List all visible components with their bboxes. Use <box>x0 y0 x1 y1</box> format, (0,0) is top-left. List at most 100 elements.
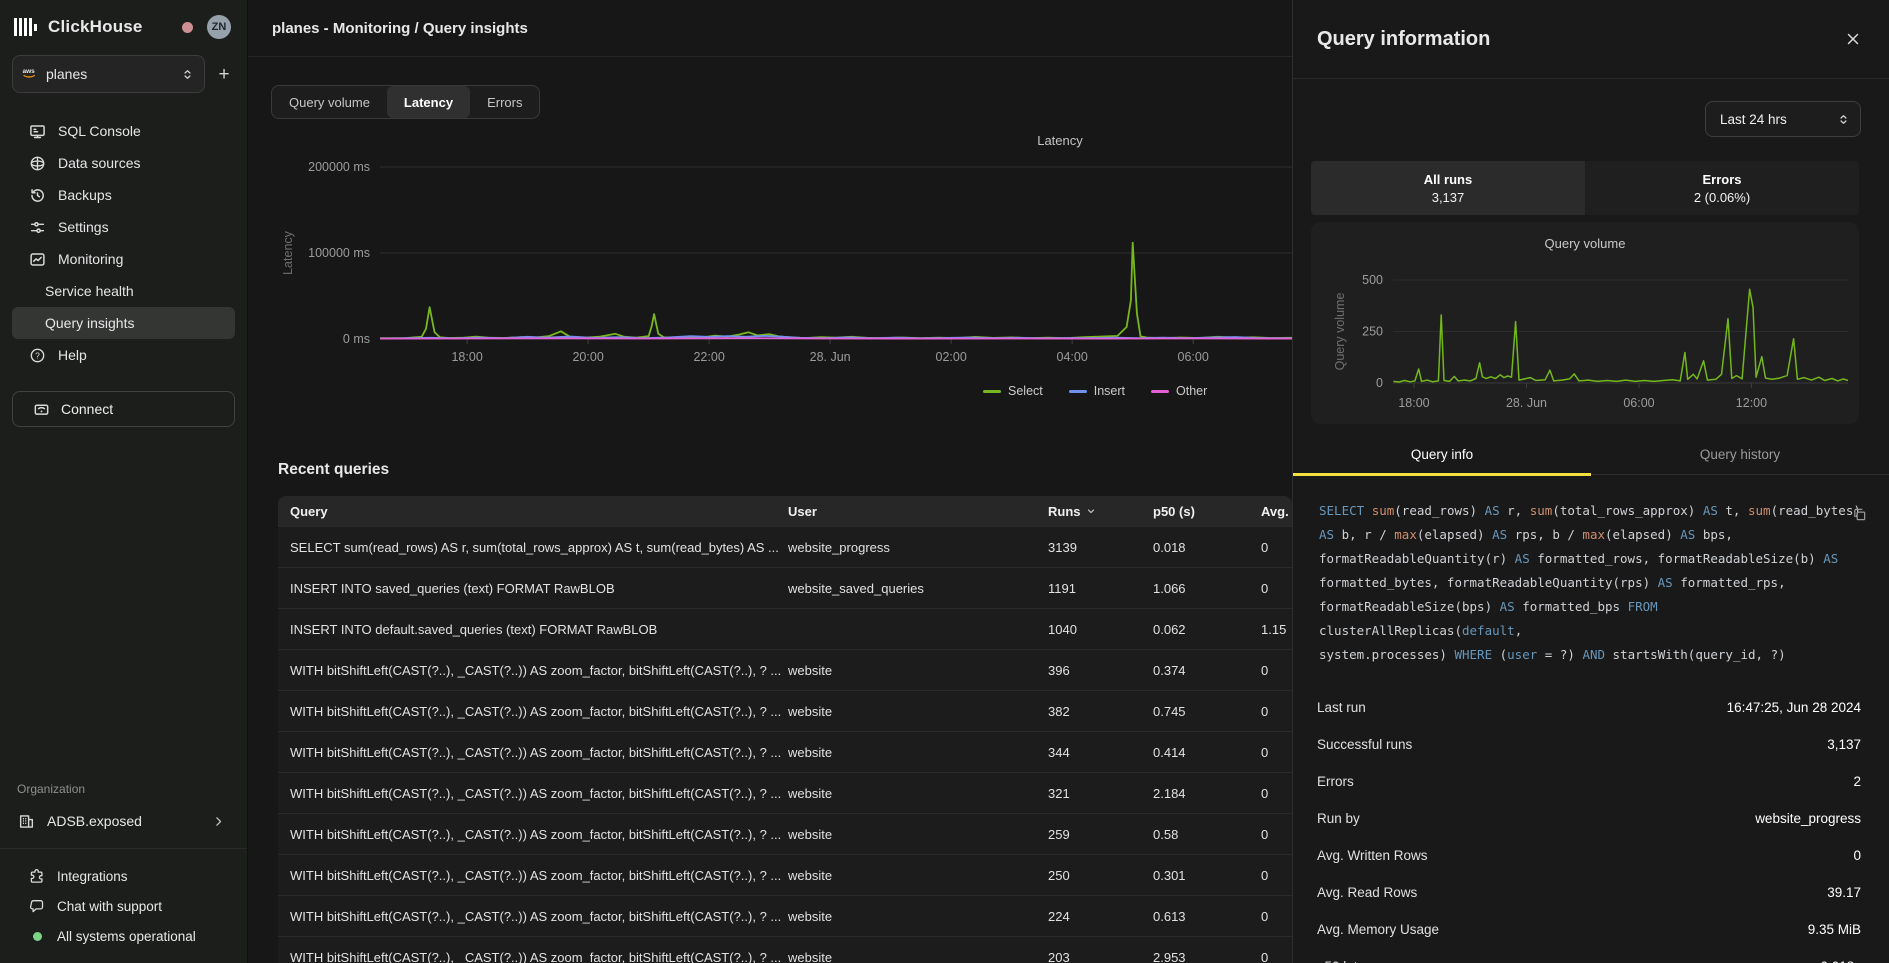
table-cell: INSERT INTO default.saved_queries (text)… <box>278 622 788 637</box>
sidebar-item-label: Monitoring <box>58 251 123 267</box>
tab-latency[interactable]: Latency <box>387 86 470 118</box>
service-selector[interactable]: aws planes <box>12 55 205 93</box>
tab-errors[interactable]: Errors <box>470 86 539 118</box>
stat-value: 0 <box>1853 848 1861 863</box>
table-row[interactable]: INSERT INTO default.saved_queries (text)… <box>278 608 1292 649</box>
sidebar-item-system-status[interactable]: All systems operational <box>0 921 247 951</box>
sidebar-item-label: Help <box>58 347 87 363</box>
sidebar-item-integrations[interactable]: Integrations <box>0 861 247 891</box>
query-information-panel: Query information Last 24 hrs All runs3,… <box>1292 0 1889 963</box>
connect-icon <box>33 401 50 418</box>
legend-item-other[interactable]: Other <box>1151 384 1207 398</box>
table-row[interactable]: SELECT sum(read_rows) AS r, sum(total_ro… <box>278 526 1292 567</box>
sidebar-item-settings[interactable]: Settings <box>12 211 235 243</box>
table-cell: 2.184 <box>1153 786 1261 801</box>
column-header-query[interactable]: Query <box>278 504 788 519</box>
sidebar-footer: IntegrationsChat with supportAll systems… <box>0 861 247 951</box>
avatar[interactable]: ZN <box>207 15 231 39</box>
globe-icon <box>29 155 46 172</box>
table-row[interactable]: WITH bitShiftLeft(CAST(?..), _CAST(?..))… <box>278 690 1292 731</box>
stat-value: 39.17 <box>1827 885 1861 900</box>
organization-item[interactable]: ADSB.exposed <box>12 804 235 838</box>
connect-button[interactable]: Connect <box>12 391 235 427</box>
svg-text:200000 ms: 200000 ms <box>308 160 370 174</box>
table-row[interactable]: WITH bitShiftLeft(CAST(?..), _CAST(?..))… <box>278 772 1292 813</box>
segment-label: All runs <box>1424 172 1472 187</box>
sql-code-block: SELECT sum(read_rows) AS r, sum(total_ro… <box>1319 499 1863 667</box>
sidebar-item-help[interactable]: ?Help <box>12 339 235 371</box>
table-row[interactable]: INSERT INTO saved_queries (text) FORMAT … <box>278 567 1292 608</box>
table-cell: 0.745 <box>1153 704 1261 719</box>
logo-row: ClickHouse ZN <box>0 0 247 47</box>
sidebar-item-monitoring[interactable]: Monitoring <box>12 243 235 275</box>
column-header-p50-s-[interactable]: p50 (s) <box>1153 504 1261 519</box>
status-dot-icon <box>29 928 45 944</box>
table-cell: WITH bitShiftLeft(CAST(?..), _CAST(?..))… <box>278 868 788 883</box>
table-cell: 0 <box>1261 704 1292 719</box>
stat-row: Last run16:47:25, Jun 28 2024 <box>1317 689 1861 726</box>
puzzle-icon <box>29 868 45 884</box>
table-cell: 224 <box>1048 909 1153 924</box>
table-row[interactable]: WITH bitShiftLeft(CAST(?..), _CAST(?..))… <box>278 813 1292 854</box>
table-cell: 0.301 <box>1153 868 1261 883</box>
service-row: aws planes + <box>0 47 247 93</box>
copy-icon[interactable] <box>1852 507 1867 522</box>
sidebar-item-query-insights[interactable]: Query insights <box>12 307 235 339</box>
tab-query-volume[interactable]: Query volume <box>272 86 387 118</box>
sidebar-item-service-health[interactable]: Service health <box>12 275 235 307</box>
table-row[interactable]: WITH bitShiftLeft(CAST(?..), _CAST(?..))… <box>278 854 1292 895</box>
segment-all-runs[interactable]: All runs3,137 <box>1311 161 1585 215</box>
column-header-avg-[interactable]: Avg. <box>1261 504 1292 519</box>
column-header-user[interactable]: User <box>788 504 1048 519</box>
tab-query-info[interactable]: Query info <box>1293 434 1591 474</box>
column-header-runs[interactable]: Runs <box>1048 504 1153 519</box>
sidebar-item-data-sources[interactable]: Data sources <box>12 147 235 179</box>
table-cell: website_saved_queries <box>788 581 1048 596</box>
svg-text:0 ms: 0 ms <box>343 332 370 346</box>
latency-chart: 0 ms100000 ms200000 ms18:0020:0022:0028.… <box>248 141 1292 381</box>
table-header-row: QueryUserRunsp50 (s)Avg. <box>278 496 1292 526</box>
notification-dot <box>182 22 193 33</box>
add-service-button[interactable]: + <box>211 61 237 87</box>
table-row[interactable]: WITH bitShiftLeft(CAST(?..), _CAST(?..))… <box>278 731 1292 772</box>
stat-value: 0.018s <box>1820 959 1861 963</box>
table-cell: website <box>788 663 1048 678</box>
code-line: formatted_bytes, formatReadableQuantity(… <box>1319 571 1863 595</box>
svg-text:04:00: 04:00 <box>1057 350 1088 364</box>
panel-title: Query information <box>1317 28 1490 51</box>
table-cell: website <box>788 950 1048 963</box>
sort-chevron-down-icon <box>1086 506 1096 516</box>
time-range-selector[interactable]: Last 24 hrs <box>1705 101 1861 137</box>
legend-item-select[interactable]: Select <box>983 384 1043 398</box>
sidebar-item-label: Query insights <box>45 315 134 331</box>
stat-row: Run bywebsite_progress <box>1317 800 1861 837</box>
table-row[interactable]: WITH bitShiftLeft(CAST(?..), _CAST(?..))… <box>278 895 1292 936</box>
organization-label: Organization <box>0 782 247 796</box>
table-cell: 0.062 <box>1153 622 1261 637</box>
code-line: AS b, r / max(elapsed) AS rps, b / max(e… <box>1319 523 1863 547</box>
code-line: formatReadableQuantity(r) AS formatted_r… <box>1319 547 1863 571</box>
sidebar-item-sql-console[interactable]: SQL Console <box>12 115 235 147</box>
table-cell: WITH bitShiftLeft(CAST(?..), _CAST(?..))… <box>278 909 788 924</box>
table-row[interactable]: WITH bitShiftLeft(CAST(?..), _CAST(?..))… <box>278 936 1292 963</box>
table-cell: WITH bitShiftLeft(CAST(?..), _CAST(?..))… <box>278 950 788 963</box>
tab-query-history[interactable]: Query history <box>1591 434 1889 474</box>
stat-row: p50 latency0.018s <box>1317 948 1861 963</box>
svg-text:Latency: Latency <box>281 230 295 275</box>
table-cell: website <box>788 827 1048 842</box>
table-cell: 0 <box>1261 745 1292 760</box>
legend-item-insert[interactable]: Insert <box>1069 384 1125 398</box>
sidebar-item-label: Settings <box>58 219 109 235</box>
svg-text:18:00: 18:00 <box>451 350 482 364</box>
svg-text:28. Jun: 28. Jun <box>810 350 851 364</box>
recent-queries-table: QueryUserRunsp50 (s)Avg.SELECT sum(read_… <box>278 496 1292 963</box>
svg-text:28. Jun: 28. Jun <box>1506 396 1547 410</box>
table-cell: 396 <box>1048 663 1153 678</box>
sidebar-item-chat-with-support[interactable]: Chat with support <box>0 891 247 921</box>
table-cell: 0 <box>1261 663 1292 678</box>
close-icon[interactable] <box>1843 29 1863 49</box>
sidebar-item-backups[interactable]: Backups <box>12 179 235 211</box>
table-row[interactable]: WITH bitShiftLeft(CAST(?..), _CAST(?..))… <box>278 649 1292 690</box>
segment-errors[interactable]: Errors2 (0.06%) <box>1585 161 1859 215</box>
table-cell: 0 <box>1261 581 1292 596</box>
